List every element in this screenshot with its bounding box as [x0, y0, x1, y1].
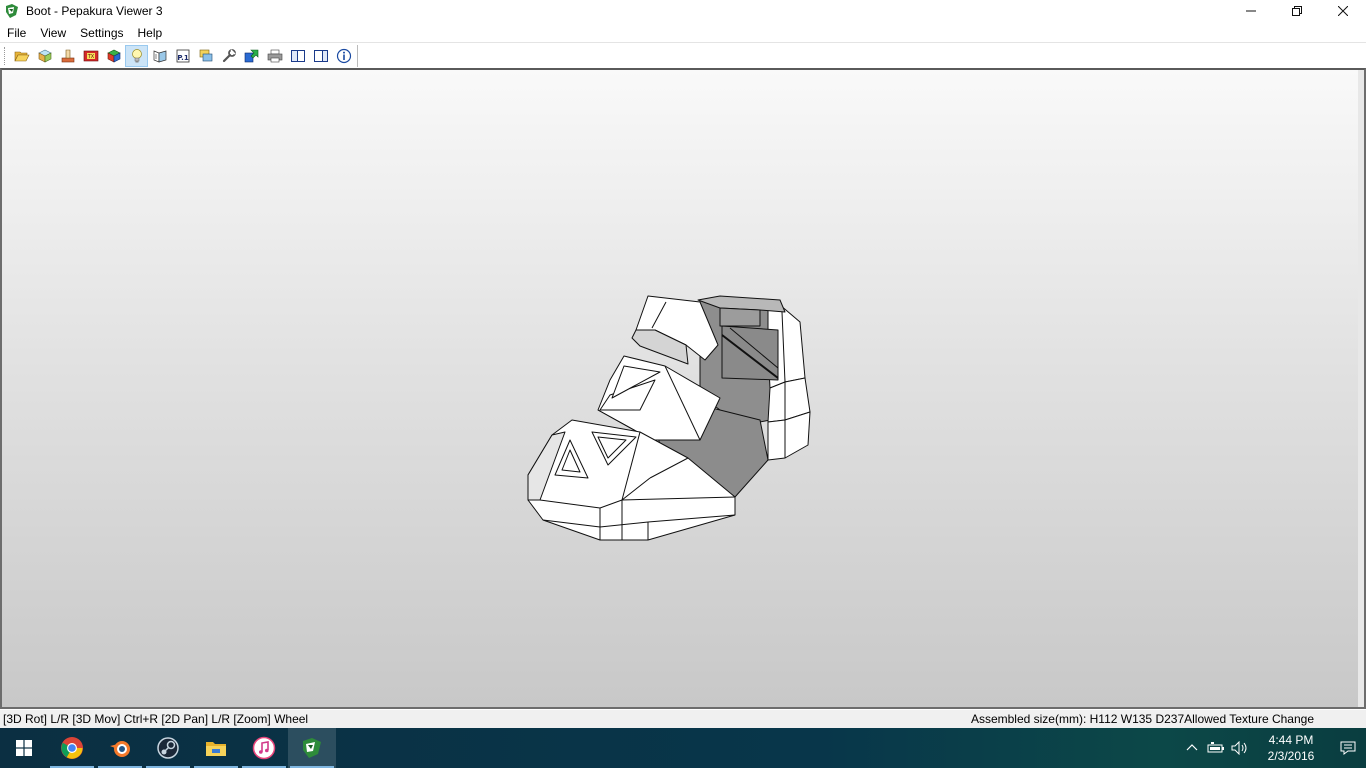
boot-model[interactable]	[2, 70, 1364, 707]
chrome-icon	[61, 737, 83, 759]
tray-volume[interactable]	[1228, 728, 1252, 768]
close-button[interactable]	[1320, 0, 1366, 22]
status-size: Assembled size(mm): H112 W135 D237Allowe…	[970, 712, 1314, 726]
battery-icon	[1207, 742, 1224, 753]
page-number-icon: P.1	[176, 49, 189, 63]
model-button[interactable]	[33, 45, 56, 67]
window-title: Boot - Pepakura Viewer 3	[26, 4, 163, 18]
menu-help[interactable]: Help	[131, 23, 170, 43]
texture-button[interactable]: TX	[79, 45, 102, 67]
single-pane-icon	[290, 50, 305, 62]
split-pane-button[interactable]	[309, 45, 332, 67]
taskbar-chrome[interactable]	[48, 728, 96, 768]
start-button[interactable]	[0, 728, 48, 768]
toolbar: TX P.1	[0, 44, 1366, 68]
paper-cut-icon	[61, 49, 74, 63]
menu-bar: File View Settings Help	[0, 23, 1366, 43]
taskbar-file-explorer[interactable]	[192, 728, 240, 768]
file-explorer-icon	[206, 742, 226, 756]
taskbar: 4:44 PM 2/3/2016	[0, 728, 1366, 768]
wrench-icon	[222, 49, 236, 63]
windows-start-icon	[16, 740, 32, 756]
restore-button[interactable]	[1274, 0, 1320, 22]
unfold-button[interactable]	[148, 45, 171, 67]
itunes-icon	[252, 736, 276, 760]
taskbar-steam[interactable]	[144, 728, 192, 768]
texture-icon: TX	[83, 50, 98, 62]
taskbar-itunes[interactable]	[240, 728, 288, 768]
viewport-right-edge	[1358, 70, 1364, 707]
tray-battery[interactable]	[1204, 728, 1228, 768]
close-icon	[1338, 6, 1348, 16]
menu-settings[interactable]: Settings	[73, 23, 130, 43]
info-icon	[336, 48, 351, 64]
tools-button[interactable]	[217, 45, 240, 67]
volume-icon	[1231, 741, 1247, 755]
tray-show-hidden[interactable]	[1180, 728, 1204, 768]
single-pane-button[interactable]	[286, 45, 309, 67]
layers-button[interactable]	[194, 45, 217, 67]
toolbar-grip[interactable]	[4, 47, 7, 65]
page-number-button[interactable]: P.1	[171, 45, 194, 67]
chevron-up-icon	[1186, 744, 1198, 751]
clock-date: 2/3/2016	[1267, 749, 1315, 763]
boot-collar-inner	[719, 307, 761, 327]
printer-icon	[267, 49, 282, 63]
paper-cut-button[interactable]	[56, 45, 79, 67]
open-button[interactable]	[10, 45, 33, 67]
notification-icon	[1340, 741, 1356, 755]
clock-time: 4:44 PM	[1268, 733, 1314, 747]
light-bulb-icon	[131, 49, 142, 63]
steam-icon	[157, 737, 179, 759]
boot-heel-base	[767, 419, 786, 461]
pepakura-icon	[303, 738, 321, 758]
split-pane-icon	[313, 50, 328, 62]
layers-icon	[199, 49, 212, 62]
action-center-button[interactable]	[1330, 728, 1366, 768]
svg-text:TX: TX	[86, 54, 94, 60]
window-controls	[1228, 0, 1366, 22]
export-button[interactable]	[240, 45, 263, 67]
page-number-label: P.1	[177, 54, 189, 62]
unfold-icon	[153, 50, 166, 63]
taskbar-blender[interactable]	[96, 728, 144, 768]
restore-icon	[1292, 6, 1302, 16]
minimize-button[interactable]	[1228, 0, 1274, 22]
green-arrow-icon	[244, 49, 258, 63]
model-box-icon	[37, 49, 52, 63]
about-button[interactable]	[332, 45, 355, 67]
boot-heel-side	[767, 381, 786, 423]
open-folder-icon	[14, 51, 29, 62]
title-bar: Boot - Pepakura Viewer 3	[0, 0, 1366, 22]
boot-heel-bottom	[784, 411, 811, 459]
taskbar-pepakura[interactable]	[288, 728, 336, 768]
menu-view[interactable]: View	[33, 23, 73, 43]
print-button[interactable]	[263, 45, 286, 67]
minimize-icon	[1246, 10, 1256, 12]
menu-file[interactable]: File	[0, 23, 33, 43]
3d-viewport[interactable]	[0, 68, 1366, 709]
pepakura-app-icon	[6, 4, 18, 18]
color-cube-button[interactable]	[102, 45, 125, 67]
colored-cube-icon	[106, 49, 121, 63]
taskbar-clock[interactable]: 4:44 PM 2/3/2016	[1252, 732, 1330, 764]
status-bar: [3D Rot] L/R [3D Mov] Ctrl+R [2D Pan] L/…	[0, 710, 1366, 728]
blender-icon	[110, 741, 130, 757]
system-tray: 4:44 PM 2/3/2016	[1180, 728, 1366, 768]
toolbar-separator	[357, 45, 358, 67]
status-hint: [3D Rot] L/R [3D Mov] Ctrl+R [2D Pan] L/…	[3, 712, 309, 726]
lighting-button[interactable]	[125, 45, 148, 67]
